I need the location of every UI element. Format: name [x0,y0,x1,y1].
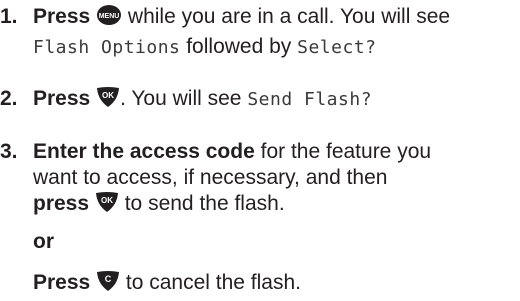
svg-text:MENU: MENU [99,13,120,20]
svg-text:OK: OK [102,91,114,100]
display-text: Send Flash? [247,89,373,110]
svg-text:OK: OK [101,196,113,205]
step-action: Press [33,271,91,294]
step-action: Enter the access code [33,140,255,163]
ok-key-icon: OK [96,86,120,115]
svg-text:C: C [105,274,112,284]
step-action: Press [33,5,91,28]
step-number: 3. [0,140,18,163]
clear-key-icon: C [96,270,120,299]
or-label: or [33,230,54,253]
display-text: Select? [297,37,377,58]
ok-key-icon: OK [95,191,119,220]
display-text: Flash Options [33,37,181,58]
menu-key-icon: MENU [96,4,122,33]
step-number: 2. [0,87,18,110]
step-number: 1. [0,5,18,28]
step-action: press [33,192,90,215]
step-action: Press [33,87,91,110]
